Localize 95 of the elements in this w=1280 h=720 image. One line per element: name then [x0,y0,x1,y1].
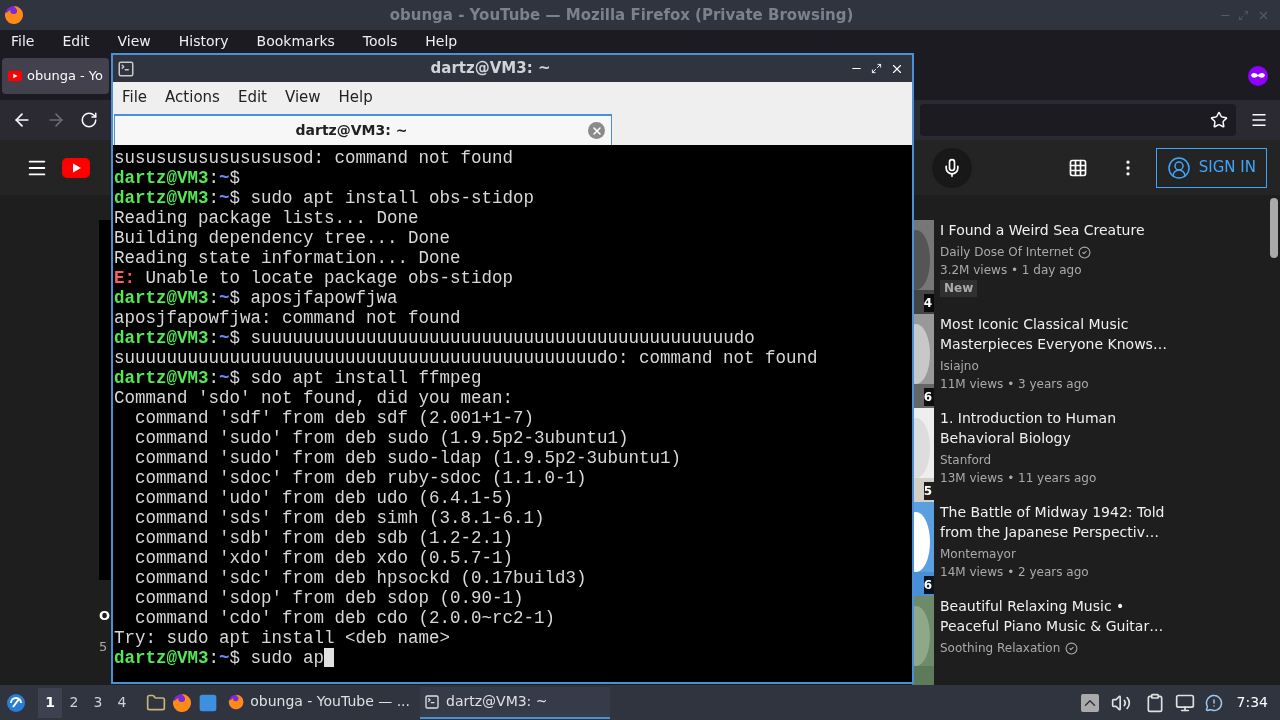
video-title[interactable]: Most Iconic Classical Music Masterpieces Everyone Knows… [940,314,1167,354]
terminal-icon [117,59,135,78]
window-title: dartz@VM3: ~ [429,58,552,80]
workspace-button[interactable]: 4 [110,687,134,718]
clock: 7:34 [1236,693,1268,712]
menu-item[interactable]: Edit [230,85,274,109]
maximize-icon[interactable] [871,63,882,74]
sign-in-button[interactable]: SIGN IN [1155,147,1267,188]
notification-icon[interactable] [1204,693,1223,712]
menu-item[interactable]: File [3,30,43,52]
channel-name[interactable]: Stanford [940,451,992,469]
start-menu-icon[interactable] [6,692,26,713]
new-badge: New [940,280,978,297]
menu-item[interactable]: Help [417,30,466,52]
terminal-line: command 'sdb' from deb sdb (1.2-2.1) [134,528,514,548]
video-title[interactable]: I Found a Weird Sea Creature [940,220,1145,240]
video-duration: 6 [923,388,934,406]
apps-icon[interactable] [1067,157,1088,178]
terminal-icon [424,693,440,710]
terminal-line: command 'sdop' from deb sdop (0.90-1) [134,588,524,608]
channel-name[interactable]: Daily Dose Of Internet [940,243,1074,261]
terminal-line: command 'xdo' from deb xdo (0.5.7-1) [134,548,514,568]
terminal-tab[interactable]: dartz@VM3: ~ [114,114,612,145]
firefox-icon[interactable] [172,692,192,713]
video-views: 14M views • 2 years ago [940,564,1090,581]
video-title[interactable]: Beautiful Relaxing Music • Peaceful Piano Music & Guitar… [940,596,1164,636]
video-duration: 6 [923,576,934,594]
terminal-line: dartz@VM3:~$ sudo ap [114,648,335,668]
volume-icon[interactable] [1110,692,1131,713]
menu-item[interactable]: File [115,85,155,109]
user-icon [1166,155,1191,180]
workspace-button[interactable]: 3 [86,687,110,718]
video-title[interactable]: The Battle of Midway 1942: Told from the Japanese Perspectiv… [940,502,1165,542]
terminal-line: E: Unable to locate package obs-stidop [114,268,514,288]
video-duration: 5 [923,482,934,500]
channel-name[interactable]: Soothing Relaxation [940,639,1061,657]
workspace-button[interactable]: 2 [62,687,86,718]
terminal-line: command 'sdc' from deb hpsockd (0.17build3) [134,568,587,588]
terminal-line: suuuuuuuuuuuuuuuuuuuuuuuuuuuuuuuuuuuuuuuuuuuuudo: command not found [114,348,818,368]
video-title[interactable]: 1. Introduction to Human Behavioral Biology [940,408,1117,448]
video-title: O [99,607,111,625]
menu-item[interactable]: Bookmarks [248,30,343,52]
taskbar-task[interactable]: dartz@VM3: ~ [420,686,610,719]
bookmark-star-icon[interactable] [1210,111,1228,129]
video-views: 13M views • 11 years ago [940,470,1098,487]
private-browsing-icon [1248,66,1268,86]
terminal-line: command 'sudo' from deb sudo (1.9.5p2-3ubuntu1) [134,428,629,448]
terminal-line: Building dependency tree... Done [114,228,451,248]
terminal-line: Try: sudo apt install <deb name> [114,628,451,648]
firefox-icon [228,692,245,711]
terminal-line: command 'cdo' from deb cdo (2.0.0~rc2-1) [134,608,556,628]
terminal-line: command 'sds' from deb simh (3.8.1-6.1) [134,508,545,528]
video-duration: 4 [923,294,934,312]
terminal-line: sususususususususod: command not found [114,148,514,168]
menu-item[interactable]: Help [331,85,380,109]
menu-item[interactable]: Edit [54,30,98,52]
menu-item[interactable]: View [109,30,159,52]
menu-item[interactable]: Tools [354,30,406,52]
folder-icon[interactable] [146,692,166,713]
network-icon[interactable] [1174,692,1195,713]
menu-item[interactable]: View [277,85,328,109]
terminal-line: Reading state information... Done [114,248,461,268]
video-meta: 5 [99,638,108,656]
terminal-line: dartz@VM3:~$ suuuuuuuuuuuuuuuuuuuuuuuuuuuuuuuuuuuuuuuuuuuuudo [114,328,755,348]
menu-icon[interactable] [1250,111,1268,129]
terminal-line: dartz@VM3:~$ sudo apt install obs-stidop [114,188,535,208]
workspace-button[interactable]: 1 [38,687,62,718]
terminal-line: command 'udo' from deb udo (6.4.1-5) [134,488,514,508]
terminal-line: dartz@VM3:~$ aposjfapowfjwa [114,288,398,308]
terminal-line: dartz@VM3:~$ sdo apt install ffmpeg [114,368,482,388]
browser-tab[interactable]: obunga - Yo [2,58,109,94]
video-views: 3.2M views • 1 day ago [940,262,1083,279]
reload-icon[interactable] [80,111,98,129]
close-tab-icon[interactable] [588,122,605,139]
window-icon[interactable] [198,692,218,713]
terminal-line: Command 'sdo' not found, did you mean: [114,388,514,408]
terminal-line: command 'sdf' from deb sdf (2.001+1-7) [134,408,535,428]
terminal-line: aposjfapowfjwa: command not found [114,308,461,328]
window-title: obunga - YouTube — Mozilla Firefox (Private Browsing) [388,4,855,26]
channel-name[interactable]: Montemayor [940,545,1016,563]
terminal-line: dartz@VM3:~$ [114,168,241,188]
terminal-line: command 'sdoc' from deb ruby-sdoc (1.1.0-1) [134,468,587,488]
youtube-logo-icon[interactable] [62,157,90,178]
youtube-icon [8,70,22,82]
scrollbar[interactable] [1270,198,1278,258]
address-field[interactable] [920,104,1236,136]
firefox-icon [4,5,24,25]
tray-expand-icon[interactable] [1080,693,1099,712]
menu-item[interactable]: Actions [158,85,227,109]
menu-item[interactable]: History [170,30,237,52]
channel-name[interactable]: Isiajno [940,357,979,375]
terminal-line: command 'sudo' from deb sudo-ldap (1.9.5p2-3ubuntu1) [134,448,682,468]
video-views: 11M views • 3 years ago [940,376,1090,393]
taskbar-task[interactable]: obunga - YouTube — ... [224,686,414,719]
terminal-line: Reading package lists... Done [114,208,419,228]
